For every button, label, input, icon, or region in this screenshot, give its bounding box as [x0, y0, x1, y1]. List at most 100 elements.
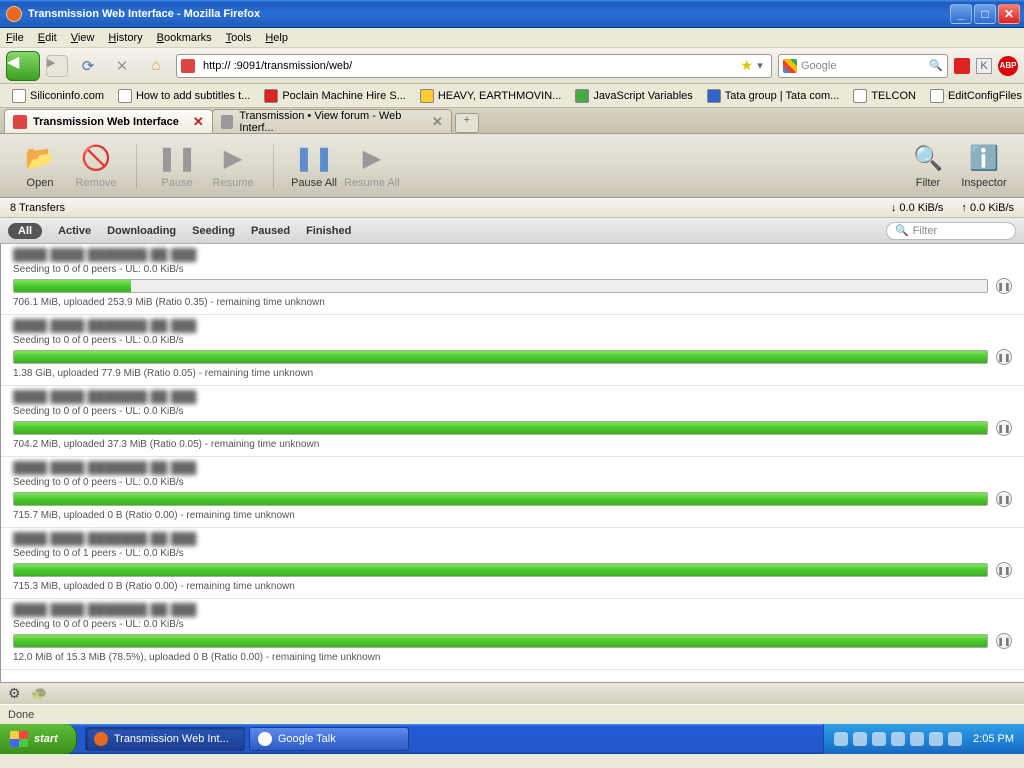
minimize-button[interactable]: _ — [950, 4, 972, 24]
bookmark-item[interactable]: EditConfigFiles – Tran... — [924, 87, 1024, 105]
system-tray: 2:05 PM — [823, 724, 1024, 754]
filter-all[interactable]: All — [8, 223, 42, 239]
bookmark-item[interactable]: JavaScript Variables — [569, 87, 698, 105]
start-button[interactable]: start — [0, 724, 77, 754]
back-button[interactable]: ◀ — [6, 51, 40, 81]
bookmark-item[interactable]: TELCON — [847, 87, 922, 105]
bookmark-favicon-icon — [12, 89, 26, 103]
filter-seeding[interactable]: Seeding — [192, 225, 235, 237]
menu-file[interactable]: File — [6, 32, 24, 44]
torrent-pause-icon[interactable]: ❚❚ — [996, 491, 1012, 507]
taskbar-task[interactable]: Transmission Web Int... — [85, 727, 245, 751]
url-bar[interactable]: http:// :9091/transmission/web/ ★ ▾ — [176, 54, 772, 78]
google-icon — [783, 59, 797, 73]
open-button[interactable]: 📂Open — [14, 143, 66, 189]
close-button[interactable]: ✕ — [998, 4, 1020, 24]
search-go-icon[interactable]: 🔍 — [929, 59, 943, 72]
tray-icon[interactable] — [948, 732, 962, 746]
torrent-name: ████ ████ ███████ ██ ███ — [13, 248, 1012, 262]
tray-icon[interactable] — [910, 732, 924, 746]
turtle-mode-icon[interactable]: 🐢 — [31, 685, 48, 702]
addon-icon-k[interactable]: K — [976, 58, 992, 74]
menu-bookmarks[interactable]: Bookmarks — [157, 32, 212, 44]
separator — [273, 144, 274, 188]
torrent-list[interactable]: ████ ████ ███████ ██ ███ Seeding to 0 of … — [0, 244, 1024, 682]
tab-close-icon[interactable]: ✕ — [193, 114, 204, 130]
menu-tools[interactable]: Tools — [226, 32, 252, 44]
pause-all-button[interactable]: ❚❚Pause All — [288, 143, 340, 189]
torrent-peers: Seeding to 0 of 1 peers - UL: 0.0 KiB/s — [13, 548, 1012, 559]
tray-icon[interactable] — [872, 732, 886, 746]
torrent-row[interactable]: ████ ████ ███████ ██ ███Seeding to 0 of … — [1, 386, 1024, 457]
tray-icon[interactable] — [891, 732, 905, 746]
bookmark-item[interactable]: Tata group | Tata com... — [701, 87, 846, 105]
tab-active[interactable]: Transmission Web Interface ✕ — [4, 109, 213, 133]
torrent-meta: 715.7 MiB, uploaded 0 B (Ratio 0.00) - r… — [13, 510, 1012, 521]
maximize-button[interactable]: □ — [974, 4, 996, 24]
torrent-pause-icon[interactable]: ❚❚ — [996, 633, 1012, 649]
browser-status-bar: Done — [0, 704, 1024, 724]
bookmark-item[interactable]: Poclain Machine Hire S... — [258, 87, 412, 105]
transmission-footer: ⚙ 🐢 — [0, 682, 1024, 704]
firefox-icon — [6, 6, 22, 22]
new-tab-button[interactable]: + — [455, 113, 479, 133]
search-box[interactable]: Google 🔍 — [778, 54, 948, 78]
torrent-peers: Seeding to 0 of 0 peers - UL: 0.0 KiB/s — [13, 335, 1012, 346]
remove-button[interactable]: 🚫Remove — [70, 143, 122, 189]
window-title: Transmission Web Interface - Mozilla Fir… — [28, 8, 950, 20]
settings-gear-icon[interactable]: ⚙ — [8, 685, 21, 702]
tray-icon[interactable] — [834, 732, 848, 746]
tab-label: Transmission • View forum - Web Interf..… — [239, 110, 418, 134]
remove-icon: 🚫 — [80, 143, 112, 175]
reload-button[interactable]: ⟳ — [74, 52, 102, 80]
home-button[interactable]: ⌂ — [142, 52, 170, 80]
url-dropdown-icon[interactable]: ▾ — [753, 59, 767, 72]
filter-paused[interactable]: Paused — [251, 225, 290, 237]
bookmark-favicon-icon — [575, 89, 589, 103]
bookmark-item[interactable]: HEAVY, EARTHMOVIN... — [414, 87, 567, 105]
menu-bar: File Edit View History Bookmarks Tools H… — [0, 28, 1024, 48]
menu-history[interactable]: History — [108, 32, 142, 44]
torrent-meta: 12.0 MiB of 15.3 MiB (78.5%), uploaded 0… — [13, 652, 1012, 663]
filter-finished[interactable]: Finished — [306, 225, 351, 237]
torrent-row[interactable]: ████ ████ ███████ ██ ███Seeding to 0 of … — [1, 528, 1024, 599]
filter-input[interactable]: 🔍 Filter — [886, 222, 1016, 240]
torrent-row[interactable]: ████ ████ ███████ ██ ███Seeding to 0 of … — [1, 599, 1024, 670]
pause-button[interactable]: ❚❚Pause — [151, 143, 203, 189]
bookmark-favicon-icon — [420, 89, 434, 103]
menu-view[interactable]: View — [71, 32, 95, 44]
torrent-pause-icon[interactable]: ❚❚ — [996, 278, 1012, 294]
taskbar-task[interactable]: Google Talk — [249, 727, 409, 751]
menu-edit[interactable]: Edit — [38, 32, 57, 44]
resume-all-button[interactable]: ▶Resume All — [344, 143, 400, 189]
tray-icon[interactable] — [853, 732, 867, 746]
clock[interactable]: 2:05 PM — [973, 733, 1014, 745]
torrent-pause-icon[interactable]: ❚❚ — [996, 562, 1012, 578]
torrent-row[interactable]: ████ ████ ███████ ██ ███Seeding to 0 of … — [1, 244, 1024, 315]
bookmarks-bar: Siliconinfo.com How to add subtitles t..… — [0, 84, 1024, 108]
torrent-row[interactable]: ████ ████ ███████ ██ ███Seeding to 0 of … — [1, 457, 1024, 528]
inspector-button[interactable]: ℹ️Inspector — [958, 143, 1010, 189]
bookmark-star-icon[interactable]: ★ — [740, 57, 753, 74]
bookmark-item[interactable]: How to add subtitles t... — [112, 87, 256, 105]
stop-button[interactable]: ✕ — [108, 52, 136, 80]
resume-button[interactable]: ▶Resume — [207, 143, 259, 189]
adblock-icon[interactable]: ABP — [998, 56, 1018, 76]
tray-icon[interactable] — [929, 732, 943, 746]
menu-help[interactable]: Help — [265, 32, 288, 44]
torrent-row[interactable]: ████ ████ ███████ ██ ███Seeding to 0 of … — [1, 315, 1024, 386]
window-titlebar: Transmission Web Interface - Mozilla Fir… — [0, 0, 1024, 28]
filter-button[interactable]: 🔍Filter — [902, 143, 954, 189]
filter-downloading[interactable]: Downloading — [107, 225, 176, 237]
addon-icon-1[interactable] — [954, 58, 970, 74]
torrent-meta: 715.3 MiB, uploaded 0 B (Ratio 0.00) - r… — [13, 581, 1012, 592]
torrent-pause-icon[interactable]: ❚❚ — [996, 349, 1012, 365]
forward-button[interactable]: ▶ — [46, 55, 68, 77]
torrent-pause-icon[interactable]: ❚❚ — [996, 420, 1012, 436]
tab-close-icon[interactable]: ✕ — [432, 114, 443, 130]
torrent-name: ████ ████ ███████ ██ ███ — [13, 603, 1012, 617]
bookmark-item[interactable]: Siliconinfo.com — [6, 87, 110, 105]
bookmark-favicon-icon — [930, 89, 944, 103]
filter-active[interactable]: Active — [58, 225, 91, 237]
tab-inactive[interactable]: Transmission • View forum - Web Interf..… — [212, 109, 452, 133]
